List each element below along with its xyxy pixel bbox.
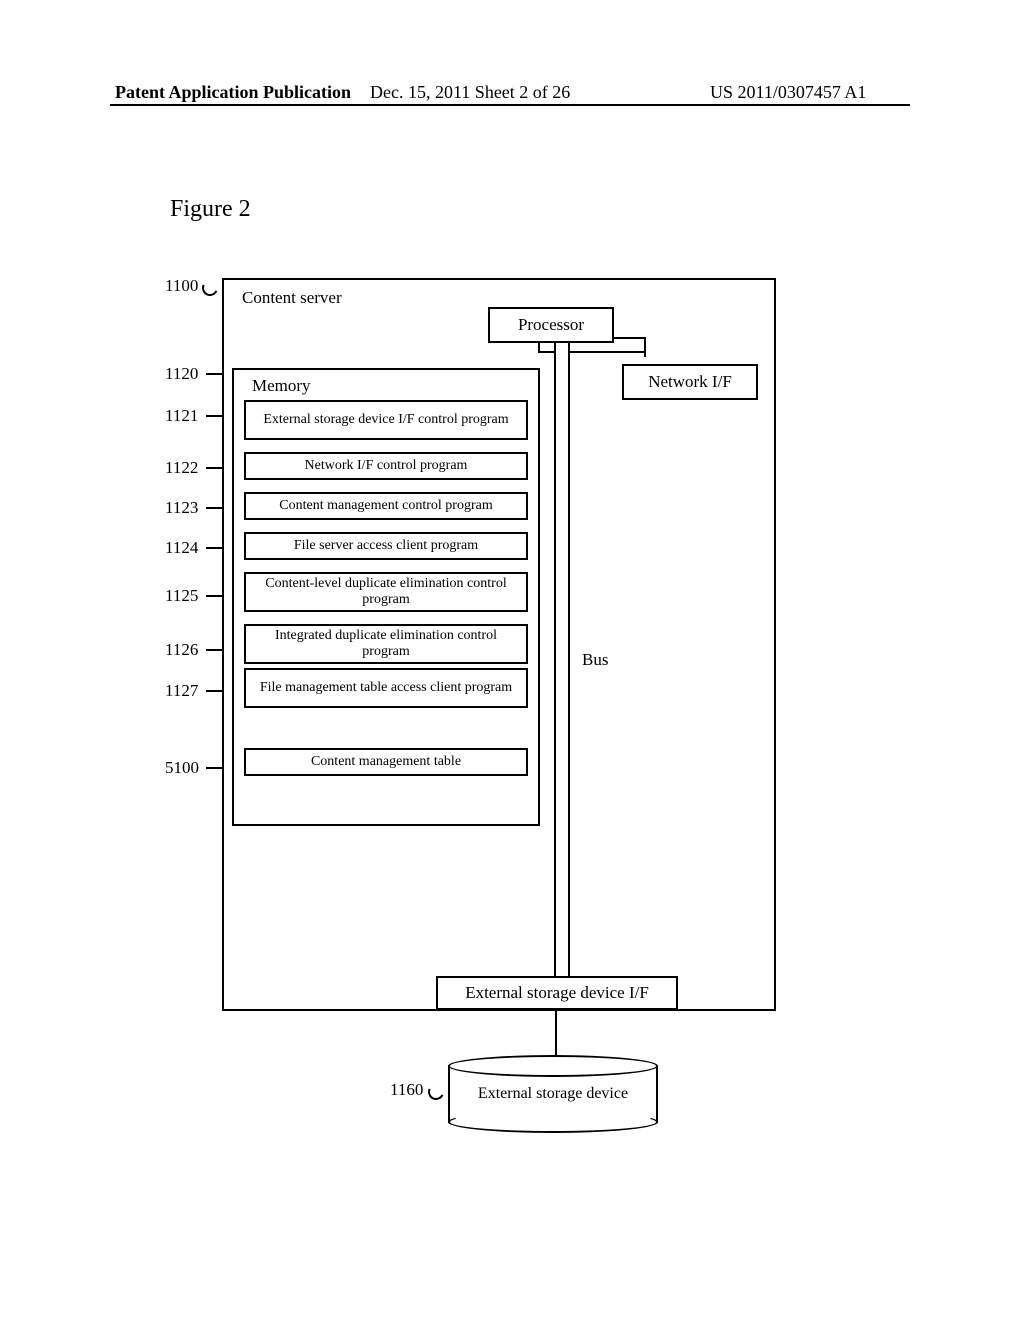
memory-label: Memory (252, 376, 311, 396)
external-storage-cylinder: External storage device (448, 1055, 658, 1133)
program-file-mgmt-table-access-client: File management table access client prog… (244, 668, 528, 708)
content-management-table: Content management table (244, 748, 528, 776)
program-content-mgmt-control: Content management control program (244, 492, 528, 520)
content-server-box: Content server Bus Processor Network I/F… (222, 278, 776, 1011)
ref-1121: 1121 (165, 406, 198, 426)
ref-1120: 1120 (165, 364, 198, 384)
header-rule (110, 104, 910, 106)
ref-1100: 1100 (165, 276, 198, 296)
program-network-if-control: Network I/F control program (244, 452, 528, 480)
external-storage-label: External storage device (448, 1085, 658, 1103)
header-publication: Patent Application Publication (115, 82, 351, 103)
ref-1126: 1126 (165, 640, 198, 660)
leader-icon (426, 1082, 447, 1103)
connector-line (555, 1011, 557, 1059)
program-integrated-dedup: Integrated duplicate elimination control… (244, 624, 528, 664)
network-if-box: Network I/F (622, 364, 758, 400)
memory-box: Memory External storage device I/F contr… (232, 368, 540, 826)
program-content-level-dedup: Content-level duplicate elimination cont… (244, 572, 528, 612)
figure-title: Figure 2 (170, 196, 251, 223)
bus-label: Bus (582, 650, 608, 670)
program-ext-storage-if-control: External storage device I/F control prog… (244, 400, 528, 440)
ref-1123: 1123 (165, 498, 198, 518)
cylinder-top (448, 1055, 658, 1077)
ref-1127: 1127 (165, 681, 198, 701)
ref-1124: 1124 (165, 538, 198, 558)
page: Patent Application Publication Dec. 15, … (0, 0, 1024, 1320)
bus-vertical (554, 337, 570, 992)
leader-icon (200, 278, 221, 299)
content-server-label: Content server (242, 288, 342, 308)
ref-1125: 1125 (165, 586, 198, 606)
ref-1160: 1160 (390, 1080, 423, 1100)
header-date-sheet: Dec. 15, 2011 Sheet 2 of 26 (370, 82, 570, 103)
ref-5100: 5100 (165, 758, 199, 778)
processor-box: Processor (488, 307, 614, 343)
ref-1122: 1122 (165, 458, 198, 478)
header-pubnum: US 2011/0307457 A1 (710, 82, 866, 103)
external-storage-if-box: External storage device I/F (436, 976, 678, 1010)
program-file-server-access-client: File server access client program (244, 532, 528, 560)
cylinder-bottom (448, 1111, 658, 1133)
